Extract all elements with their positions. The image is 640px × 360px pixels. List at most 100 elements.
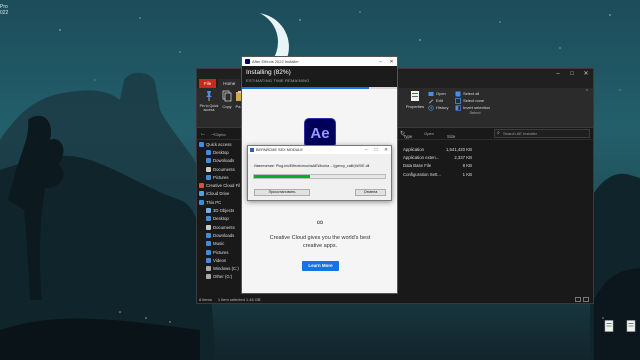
dialog-title-bar[interactable]: ВЕРАЙСМЕ SEX MODULE – □ ✕	[248, 146, 391, 154]
copy-button[interactable]: Copy	[221, 90, 233, 112]
creative-cloud-text: Creative Cloud gives you the world's bes…	[269, 235, 371, 249]
module-extract-dialog: ВЕРАЙСМЕ SEX MODULE – □ ✕ Извлечение: Pl…	[247, 145, 392, 201]
installer-header: Installing (82%) ESTIMATING TIME REMAINI…	[242, 66, 397, 87]
file-row[interactable]: Application 1,541,420 KB	[403, 145, 472, 153]
file-type: Data Base File	[403, 163, 432, 169]
file-size: 1 KB	[462, 171, 472, 177]
nav-item-label: Creative Cloud Fil	[206, 183, 241, 189]
select-caption: Select	[469, 110, 481, 115]
tab-file[interactable]: File	[199, 79, 217, 88]
nav-item-label: iCloud Drive	[206, 191, 230, 197]
folder-icon	[206, 257, 211, 263]
pin-icon	[206, 91, 212, 101]
close-icon[interactable]: ✕	[386, 59, 397, 65]
nav-item[interactable]: Other (G:)	[197, 273, 243, 281]
copy-icon	[222, 90, 232, 102]
folder-icon	[199, 191, 204, 197]
after-effects-icon	[245, 59, 250, 64]
file-list: Application 1,541,420 KB Application exten…	[403, 145, 472, 179]
nav-item[interactable]: Pictures	[197, 248, 243, 256]
cancel-button[interactable]: Отмена	[355, 189, 386, 196]
nav-item[interactable]: Desktop	[197, 148, 243, 156]
pause-button[interactable]: Приостановить	[254, 189, 310, 196]
creative-cloud-icon: ∞	[316, 217, 324, 227]
close-icon[interactable]: ✕	[579, 69, 593, 79]
dialog-title: ВЕРАЙСМЕ SEX MODULE	[256, 148, 303, 152]
minimize-icon[interactable]: –	[551, 69, 565, 79]
nav-item-label: Downloads	[213, 158, 235, 164]
large-icons-view-icon[interactable]	[583, 297, 589, 302]
nav-item-label: Desktop	[213, 149, 229, 155]
open-group: Properties Open Edit History Open	[404, 90, 454, 136]
nav-item[interactable]: Downloads	[197, 231, 243, 239]
folder-icon	[206, 158, 211, 164]
open-button[interactable]: Open	[428, 90, 448, 97]
minimize-icon[interactable]: –	[361, 147, 371, 153]
tab-home[interactable]: Home	[218, 79, 241, 88]
minimize-icon[interactable]: –	[375, 59, 386, 65]
file-row[interactable]: Configuration Sett... 1 KB	[403, 170, 472, 178]
select-all-button[interactable]: Select all	[455, 90, 495, 97]
nav-item[interactable]: Documents	[197, 223, 243, 231]
item-count: 8 items	[199, 297, 212, 302]
select-none-button[interactable]: Select none	[455, 97, 495, 104]
nav-item[interactable]: Pictures	[197, 173, 243, 181]
desktop-corner-line: 022	[0, 10, 9, 16]
pin-quick-access-button[interactable]: Pin to Quick access	[198, 90, 220, 112]
nav-item[interactable]: iCloud Drive	[197, 190, 243, 198]
desktop-icon-file[interactable]	[626, 320, 636, 335]
folder-icon	[206, 149, 211, 155]
folder-icon	[206, 274, 211, 280]
select-all-label: Select all	[463, 91, 480, 96]
edit-button[interactable]: Edit	[428, 97, 448, 104]
column-type[interactable]: Type	[403, 134, 445, 139]
document-icon	[626, 320, 636, 332]
nav-item[interactable]: Downloads	[197, 157, 243, 165]
nav-item-label: 3D Objects	[213, 208, 235, 214]
folder-icon	[206, 208, 211, 214]
close-icon[interactable]: ✕	[381, 147, 391, 153]
collapse-ribbon-icon[interactable]: ⌃	[585, 89, 589, 95]
nav-item[interactable]: Videos	[197, 256, 243, 264]
properties-button[interactable]: Properties	[404, 90, 426, 111]
nav-item[interactable]: 3D Objects	[197, 206, 243, 214]
nav-item[interactable]: Desktop	[197, 215, 243, 223]
search-input[interactable]: ⌕ Search AE Installer	[494, 129, 590, 138]
nav-item-label: Desktop	[213, 216, 229, 222]
installer-title-bar[interactable]: After Effects 2022 Installer – ✕	[242, 57, 397, 66]
folder-icon	[199, 183, 204, 189]
select-none-icon	[455, 97, 461, 104]
nav-item[interactable]: Creative Cloud Fil	[197, 181, 243, 189]
nav-item-label: Windows (C:)	[213, 266, 239, 272]
extract-progress-bar	[253, 174, 386, 179]
history-button[interactable]: History	[428, 104, 448, 111]
folder-icon	[206, 216, 211, 222]
nav-item[interactable]: Windows (C:)	[197, 264, 243, 272]
folder-icon	[199, 199, 204, 205]
nav-item[interactable]: This PC	[197, 198, 243, 206]
status-bar: 8 items 1 item selected 1.46 GB	[199, 297, 261, 302]
maximize-icon[interactable]: □	[371, 147, 381, 153]
folder-icon	[206, 174, 211, 180]
column-size[interactable]: Size	[445, 134, 472, 139]
nav-item[interactable]: Music	[197, 240, 243, 248]
install-progress-bar	[242, 87, 397, 89]
desktop-icon-file[interactable]	[604, 320, 614, 335]
install-status-subheading: ESTIMATING TIME REMAINING	[246, 78, 310, 83]
folder-icon	[206, 266, 211, 272]
select-none-label: Select none	[463, 98, 485, 103]
details-view-icon[interactable]	[575, 297, 581, 302]
desktop-corner-text: Pro 022	[0, 4, 8, 16]
file-row[interactable]: Application exten... 2,337 KB	[403, 153, 472, 161]
file-size: 2,337 KB	[454, 155, 472, 161]
nav-item[interactable]: Quick access	[197, 140, 243, 148]
nav-item-label: Downloads	[213, 232, 235, 238]
extract-message: Извлечение: Plug-ins\Effects\mochaAE\Moc…	[254, 164, 370, 168]
file-row[interactable]: Data Base File 8 KB	[403, 162, 472, 170]
nav-item-label: Pictures	[213, 249, 229, 255]
nav-item[interactable]: Documents	[197, 165, 243, 173]
maximize-icon[interactable]: □	[565, 69, 579, 79]
install-status-heading: Installing (82%)	[246, 69, 291, 76]
file-type: Application	[403, 146, 425, 152]
learn-more-button[interactable]: Learn More	[302, 261, 339, 271]
